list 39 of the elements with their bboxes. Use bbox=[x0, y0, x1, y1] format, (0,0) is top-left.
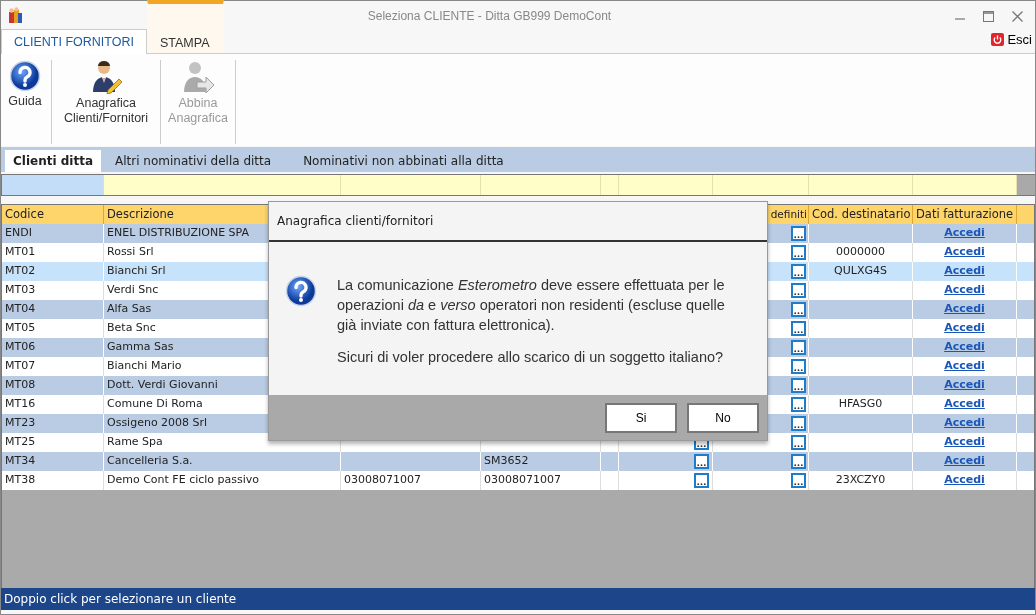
table-cell: ENDI bbox=[5, 225, 32, 242]
table-cell: MT16 bbox=[5, 396, 36, 413]
table-cell: Demo Cont FE ciclo passivo bbox=[107, 472, 260, 489]
dialog-title: Anagrafica clienti/fornitori bbox=[269, 202, 767, 242]
table-cell: MT02 bbox=[5, 263, 36, 280]
table-cell: Bianchi Mario bbox=[107, 358, 182, 375]
table-cell: MT34 bbox=[5, 453, 36, 470]
table-cell: SM3652 bbox=[484, 453, 529, 470]
table-cell: MT01 bbox=[5, 244, 36, 261]
window-title: Seleziona CLIENTE - Ditta GB999 DemoCont bbox=[366, 8, 613, 25]
table-cell: 23XCZY0 bbox=[835, 472, 886, 489]
table-cell: QULXG4S bbox=[834, 263, 887, 280]
table-cell: Verdi Snc bbox=[107, 282, 159, 299]
table-cell: ENEL DISTRIBUZIONE SPA bbox=[107, 225, 249, 242]
table-cell: Bianchi Srl bbox=[107, 263, 166, 280]
table-cell: Gamma Sas bbox=[107, 339, 174, 356]
table-cell: Ossigeno 2008 Srl bbox=[107, 415, 208, 432]
table-cell: MT38 bbox=[5, 472, 36, 489]
table-cell: Comune Di Roma bbox=[107, 396, 203, 413]
dialog-question: Sicuri di voler procedere allo scarico di un soggetto italiano? bbox=[337, 348, 725, 367]
table-cell: 03008071007 bbox=[344, 472, 421, 489]
table-cell: Rame Spa bbox=[107, 434, 163, 451]
table-cell: MT08 bbox=[5, 377, 36, 394]
table-cell: MT23 bbox=[5, 415, 36, 432]
status-text: Doppio click per selezionare un cliente bbox=[1, 588, 1035, 610]
table-cell: Alfa Sas bbox=[107, 301, 152, 318]
table-cell: HFASG0 bbox=[838, 396, 883, 413]
table-cell: MT25 bbox=[5, 434, 36, 451]
table-cell: MT05 bbox=[5, 320, 36, 337]
table-cell: 03008071007 bbox=[484, 472, 561, 489]
table-cell: Beta Snc bbox=[107, 320, 156, 337]
table-cell: Dott. Verdi Giovanni bbox=[107, 377, 218, 394]
table-cell: MT06 bbox=[5, 339, 36, 356]
table-cell: 0000000 bbox=[836, 244, 885, 261]
table-cell: MT07 bbox=[5, 358, 36, 375]
table-cell: Cancelleria S.a. bbox=[107, 453, 193, 470]
table-cell: Rossi Srl bbox=[107, 244, 154, 261]
table-cell: MT04 bbox=[5, 301, 36, 318]
table-cell: MT03 bbox=[5, 282, 36, 299]
